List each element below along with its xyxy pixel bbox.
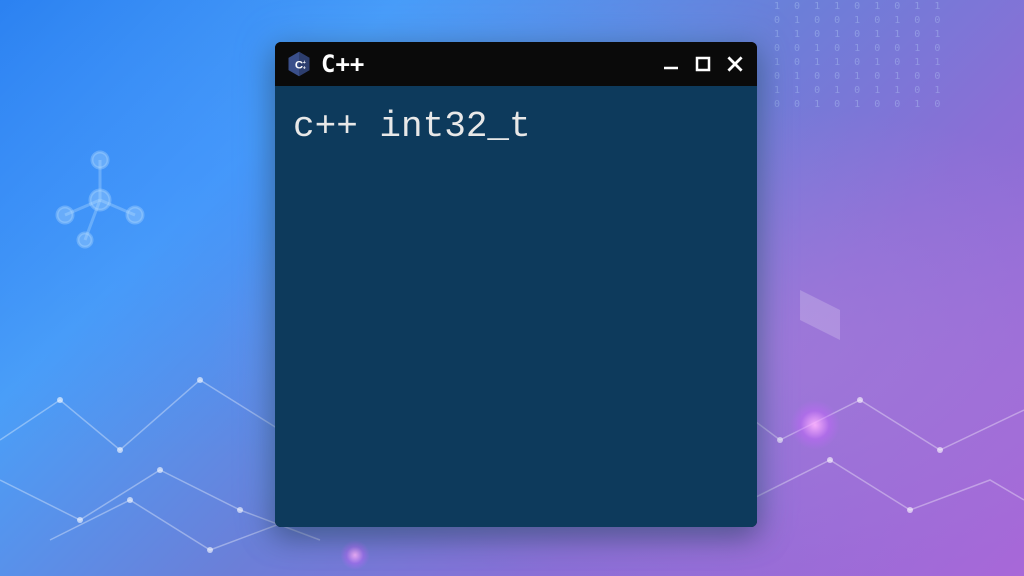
- decorative-glow-2: [340, 540, 370, 570]
- window-controls: [659, 52, 747, 76]
- decorative-glow-1: [790, 400, 840, 450]
- terminal-window: C + + C++: [275, 42, 757, 527]
- minimize-button[interactable]: [659, 52, 683, 76]
- titlebar[interactable]: C + + C++: [275, 42, 757, 86]
- close-button[interactable]: [723, 52, 747, 76]
- cpp-logo-icon: C + +: [285, 50, 313, 78]
- terminal-body[interactable]: c++ int32_t: [275, 86, 757, 527]
- window-title: C++: [321, 50, 659, 78]
- maximize-button[interactable]: [691, 52, 715, 76]
- code-content: c++ int32_t: [293, 106, 739, 147]
- svg-text:+: +: [303, 65, 306, 71]
